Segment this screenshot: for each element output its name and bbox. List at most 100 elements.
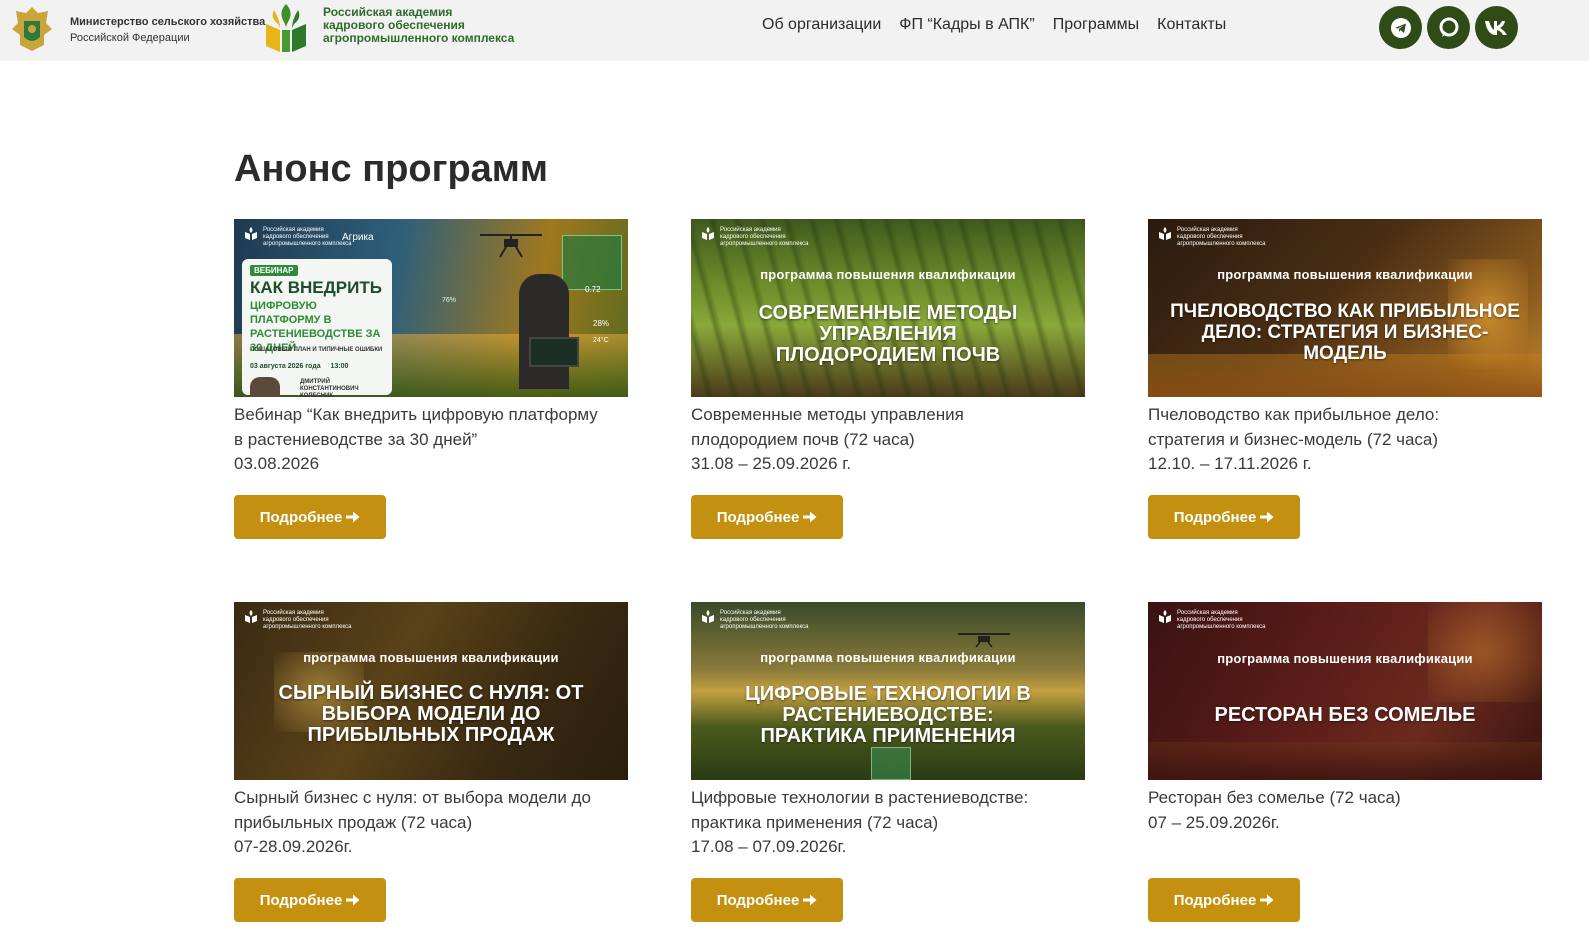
nav-item-programs[interactable]: Программы xyxy=(1053,16,1139,34)
program-title-line-2: практика применения (72 часа) xyxy=(691,812,939,832)
tablet-screen xyxy=(871,747,911,780)
nav-item-about[interactable]: Об организации xyxy=(762,16,881,34)
program-description: Ресторан без сомелье (72 часа) 07 – 25.0… xyxy=(1148,786,1543,835)
telegram-button[interactable] xyxy=(1379,6,1422,49)
vk-icon xyxy=(1484,20,1507,35)
academy-line-3: агропромышленного комплекса xyxy=(323,31,515,45)
banner-headline: КАК ВНЕДРИТЬ xyxy=(250,278,382,297)
details-button-label: Подробнее xyxy=(259,891,343,909)
ministry-emblem-icon[interactable] xyxy=(8,3,56,53)
ministry-line-1: Министерство сельского хозяйства xyxy=(70,16,266,28)
program-title-line-2: стратегия и бизнес-модель (72 часа) xyxy=(1148,429,1439,449)
banner-headline: СЫРНЫЙ БИЗНЕС С НУЛЯ: ОТ ВЫБОРА МОДЕЛИ Д… xyxy=(278,682,584,746)
academy-mini-logo-icon xyxy=(1159,227,1171,240)
program-title-line-1: Современные методы управления xyxy=(691,405,964,424)
details-button[interactable]: Подробнее xyxy=(234,495,386,539)
program-description: Современные методы управления плодородие… xyxy=(691,403,1086,477)
main-nav: Об организации ФП “Кадры в АПК” Программ… xyxy=(762,16,1226,34)
program-banner[interactable]: Российская академия кадрового обеспечени… xyxy=(691,219,1085,397)
stat-temperature: 24°C xyxy=(593,337,609,344)
academy-mini-logo-icon xyxy=(702,227,714,240)
speaker-name: ДМИТРИЙ КОНСТАНТИНОВИЧ КОЛЕСНИК xyxy=(300,379,359,397)
program-banner[interactable]: ВЕБИНАР КАК ВНЕДРИТЬ ЦИФРОВУЮ ПЛАТФОРМУ … xyxy=(234,219,628,397)
details-button-label: Подробнее xyxy=(1173,891,1257,909)
arrow-right-icon xyxy=(346,894,360,906)
banner-kicker: программа повышения квалификации xyxy=(1217,651,1473,666)
program-dates: 31.08 – 25.09.2026 г. xyxy=(691,454,852,473)
banner-kicker: программа повышения квалификации xyxy=(760,650,1016,665)
program-dates: 07-28.09.2026г. xyxy=(234,837,353,856)
arrow-right-icon xyxy=(1260,894,1274,906)
academy-mini-logo-icon xyxy=(245,610,257,623)
banner-logo: Российская академия кадрового обеспечени… xyxy=(1158,227,1267,248)
arrow-right-icon xyxy=(346,511,360,523)
banner-logo-text: Российская академия кадрового обеспечени… xyxy=(1177,610,1266,630)
chat-button[interactable] xyxy=(1427,6,1470,49)
banner-subline: ПОШАГОВЫЙ ПЛАН И ТИПИЧНЫЕ ОШИБКИ xyxy=(250,347,383,353)
details-button[interactable]: Подробнее xyxy=(234,878,386,922)
banner-headline: ПЧЕЛОВОДСТВО КАК ПРИБЫЛЬНОЕ ДЕЛО: СТРАТЕ… xyxy=(1170,301,1520,364)
banner-logo-text: Российская академия кадрового обеспечени… xyxy=(263,227,352,247)
program-title-line-2: 07 – 25.09.2026г. xyxy=(1148,812,1280,832)
program-title-line-2: в растениеводстве за 30 дней” xyxy=(234,429,478,449)
vk-button[interactable] xyxy=(1475,6,1518,49)
webinar-badge: ВЕБИНАР xyxy=(250,265,298,276)
tablet-device xyxy=(529,337,579,367)
webinar-time: 13:00 xyxy=(330,363,349,370)
program-description: Сырный бизнес с нуля: от выбора модели д… xyxy=(234,786,629,860)
academy-mini-logo-icon xyxy=(702,610,714,623)
farmer-figure xyxy=(519,274,569,389)
details-button[interactable]: Подробнее xyxy=(691,878,843,922)
academy-mini-logo-icon xyxy=(1159,610,1171,623)
banner-logo-text: Российская академия кадрового обеспечени… xyxy=(263,610,352,630)
banner-logo: Российская академия кадрового обеспечени… xyxy=(244,610,353,631)
banner-logo-text: Российская академия кадрового обеспечени… xyxy=(720,227,809,247)
banner-headline: СОВРЕМЕННЫЕ МЕТОДЫ УПРАВЛЕНИЯ ПЛОДОРОДИЕ… xyxy=(758,302,1018,366)
ministry-name[interactable]: Министерство сельского хозяйства Российс… xyxy=(70,14,265,46)
details-button[interactable]: Подробнее xyxy=(1148,878,1300,922)
nav-item-federal-project[interactable]: ФП “Кадры в АПК” xyxy=(899,16,1034,34)
banner-logo: Российская академия кадрового обеспечени… xyxy=(244,227,353,248)
program-dates: 17.08 – 07.09.2026г. xyxy=(691,837,847,856)
program-banner[interactable]: Российская академия кадрового обеспечени… xyxy=(234,602,628,780)
webinar-date: 03 августа 2026 года xyxy=(250,363,321,370)
program-description: Пчеловодство как прибыльное дело: страте… xyxy=(1148,403,1543,477)
arrow-right-icon xyxy=(803,894,817,906)
details-button[interactable]: Подробнее xyxy=(691,495,843,539)
program-banner[interactable]: Российская академия кадрового обеспечени… xyxy=(1148,602,1542,780)
program-banner[interactable]: Российская академия кадрового обеспечени… xyxy=(691,602,1085,780)
details-button-label: Подробнее xyxy=(716,508,800,526)
drone-icon xyxy=(480,234,542,258)
banner-logo-text: Российская академия кадрового обеспечени… xyxy=(720,610,809,630)
chat-icon xyxy=(1439,17,1458,37)
details-button-label: Подробнее xyxy=(259,508,343,526)
banner-headline: РЕСТОРАН БЕЗ СОМЕЛЬЕ xyxy=(1214,704,1476,726)
nav-item-contacts[interactable]: Контакты xyxy=(1157,16,1226,34)
banner-logo: Российская академия кадрового обеспечени… xyxy=(1158,610,1267,631)
details-button-label: Подробнее xyxy=(716,891,800,909)
program-description: Цифровые технологии в растениеводстве: п… xyxy=(691,786,1086,860)
program-dates: 03.08.2026 xyxy=(234,454,320,473)
banner-headline: ЦИФРОВЫЕ ТЕХНОЛОГИИ В РАСТЕНИЕВОДСТВЕ: П… xyxy=(745,683,1031,747)
drone-icon xyxy=(958,633,1010,648)
ministry-line-2: Российской Федерации xyxy=(70,32,190,44)
details-button-label: Подробнее xyxy=(1173,508,1257,526)
banner-kicker: программа повышения квалификации xyxy=(303,650,559,665)
map-widget xyxy=(562,235,622,290)
academy-logo-icon[interactable] xyxy=(262,2,310,54)
banner-logo: Российская академия кадрового обеспечени… xyxy=(701,227,810,248)
program-title-line-1: Пчеловодство как прибыльное дело: xyxy=(1148,405,1440,424)
details-button[interactable]: Подробнее xyxy=(1148,495,1300,539)
partner-logo: Агрика xyxy=(342,232,374,243)
stat-progress: 76% xyxy=(442,297,457,304)
program-banner[interactable]: Российская академия кадрового обеспечени… xyxy=(1148,219,1542,397)
stat-humidity: 28% xyxy=(593,319,610,328)
program-title-line-1: Цифровые технологии в растениеводстве: xyxy=(691,788,1029,807)
site-header: Министерство сельского хозяйства Российс… xyxy=(0,0,1589,61)
arrow-right-icon xyxy=(803,511,817,523)
academy-name[interactable]: Российская академия кадрового обеспечени… xyxy=(323,6,514,45)
banner-kicker: программа повышения квалификации xyxy=(760,267,1016,282)
stat-ndvi: 0.72 xyxy=(585,285,601,294)
arrow-right-icon xyxy=(1260,511,1274,523)
page-title: Анонс программ xyxy=(234,148,549,190)
